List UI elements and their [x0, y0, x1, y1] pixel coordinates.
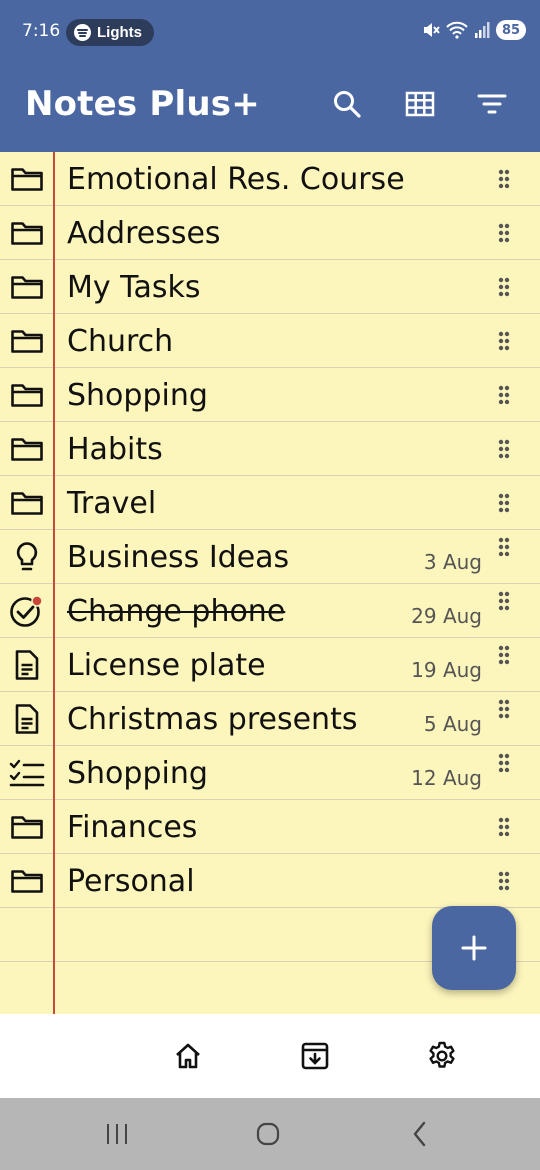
item-title: Shopping: [67, 378, 208, 413]
item-title: Shopping: [67, 756, 208, 791]
drag-handle-icon[interactable]: [498, 591, 510, 611]
list-item[interactable]: Finances: [0, 800, 540, 854]
document-icon: [8, 703, 46, 735]
list-item[interactable]: Travel: [0, 476, 540, 530]
item-title: Christmas presents: [67, 702, 358, 737]
list-item[interactable]: Church: [0, 314, 540, 368]
folder-icon: [8, 865, 46, 897]
list-item[interactable]: Habits: [0, 422, 540, 476]
list-item[interactable]: Personal: [0, 854, 540, 908]
folder-icon: [8, 379, 46, 411]
home-circle-icon: [256, 1122, 280, 1146]
sort-filter-button[interactable]: [472, 84, 512, 124]
check-circle-icon: [8, 595, 46, 627]
document-icon: [8, 649, 46, 681]
drag-handle-icon[interactable]: [498, 817, 510, 837]
item-title: Personal: [67, 864, 195, 899]
item-date: 29 Aug: [411, 604, 482, 628]
back-icon: [413, 1121, 426, 1147]
folder-icon: [8, 433, 46, 465]
item-title: Business Ideas: [67, 540, 290, 575]
folder-icon: [8, 487, 46, 519]
drag-handle-icon[interactable]: [498, 439, 510, 459]
search-button[interactable]: [327, 84, 367, 124]
app-title: Notes Plus+: [25, 84, 260, 124]
folder-icon: [8, 325, 46, 357]
drag-handle-icon[interactable]: [498, 223, 510, 243]
drag-handle-icon[interactable]: [498, 385, 510, 405]
drag-handle-icon[interactable]: [498, 871, 510, 891]
archive-icon: [301, 1042, 329, 1070]
battery-indicator: 85: [496, 20, 526, 40]
item-title: Church: [67, 324, 174, 359]
home-system-button[interactable]: [248, 1116, 288, 1152]
bottom-navigation: [0, 1014, 540, 1098]
item-date: 12 Aug: [411, 766, 482, 790]
search-icon: [334, 91, 361, 118]
add-note-button[interactable]: [432, 906, 516, 990]
grid-icon: [405, 91, 435, 117]
status-bar: 7:16 Lights 85: [0, 0, 540, 64]
drag-handle-icon[interactable]: [498, 169, 510, 189]
filter-icon: [477, 94, 507, 114]
plus-icon: [461, 935, 487, 961]
folder-icon: [8, 163, 46, 195]
media-pill[interactable]: Lights: [66, 19, 154, 46]
item-date: 19 Aug: [411, 658, 482, 682]
item-title: Addresses: [67, 216, 221, 251]
archive-button[interactable]: [295, 1036, 335, 1076]
item-title: Travel: [67, 486, 157, 521]
lightbulb-icon: [8, 541, 46, 573]
recent-apps-button[interactable]: [97, 1116, 137, 1152]
item-title: Emotional Res. Course: [67, 162, 405, 197]
drag-handle-icon[interactable]: [498, 331, 510, 351]
status-icons: 85: [422, 20, 526, 40]
item-title: Change phone: [67, 594, 286, 629]
wifi-icon: [446, 21, 468, 39]
item-title: Habits: [67, 432, 163, 467]
drag-handle-icon[interactable]: [498, 645, 510, 665]
media-pill-label: Lights: [97, 24, 142, 41]
mute-icon: [424, 23, 440, 37]
drag-handle-icon[interactable]: [498, 699, 510, 719]
item-title: License plate: [67, 648, 266, 683]
notes-list: Emotional Res. Course Addresses My Tasks Ch…: [0, 152, 540, 1016]
app-header: 7:16 Lights 85 Notes Plus+: [0, 0, 540, 152]
checklist-icon: [8, 757, 46, 789]
list-item[interactable]: Change phone 29 Aug: [0, 584, 540, 638]
signal-icon: [475, 22, 490, 38]
drag-handle-icon[interactable]: [498, 277, 510, 297]
home-button[interactable]: [168, 1036, 208, 1076]
list-item[interactable]: Business Ideas 3 Aug: [0, 530, 540, 584]
drag-handle-icon[interactable]: [498, 493, 510, 513]
home-icon: [176, 1043, 200, 1069]
back-button[interactable]: [400, 1116, 440, 1152]
list-item[interactable]: Christmas presents 5 Aug: [0, 692, 540, 746]
item-title: My Tasks: [67, 270, 201, 305]
folder-icon: [8, 811, 46, 843]
drag-handle-icon[interactable]: [498, 537, 510, 557]
spotify-icon: [74, 24, 91, 41]
list-item[interactable]: Shopping: [0, 368, 540, 422]
item-title: Finances: [67, 810, 198, 845]
folder-icon: [8, 217, 46, 249]
list-item[interactable]: Addresses: [0, 206, 540, 260]
settings-button[interactable]: [422, 1036, 462, 1076]
gear-icon: [429, 1041, 455, 1068]
drag-handle-icon[interactable]: [498, 753, 510, 773]
list-item[interactable]: My Tasks: [0, 260, 540, 314]
item-date: 3 Aug: [423, 550, 482, 574]
status-time: 7:16: [22, 21, 61, 41]
system-navigation-bar: [0, 1098, 540, 1170]
list-item[interactable]: License plate 19 Aug: [0, 638, 540, 692]
list-item[interactable]: Emotional Res. Course: [0, 152, 540, 206]
grid-view-button[interactable]: [400, 84, 440, 124]
list-item[interactable]: Shopping 12 Aug: [0, 746, 540, 800]
item-date: 5 Aug: [423, 712, 482, 736]
folder-icon: [8, 271, 46, 303]
recent-apps-icon: [107, 1124, 127, 1144]
paper-margin-line: [53, 152, 55, 1014]
